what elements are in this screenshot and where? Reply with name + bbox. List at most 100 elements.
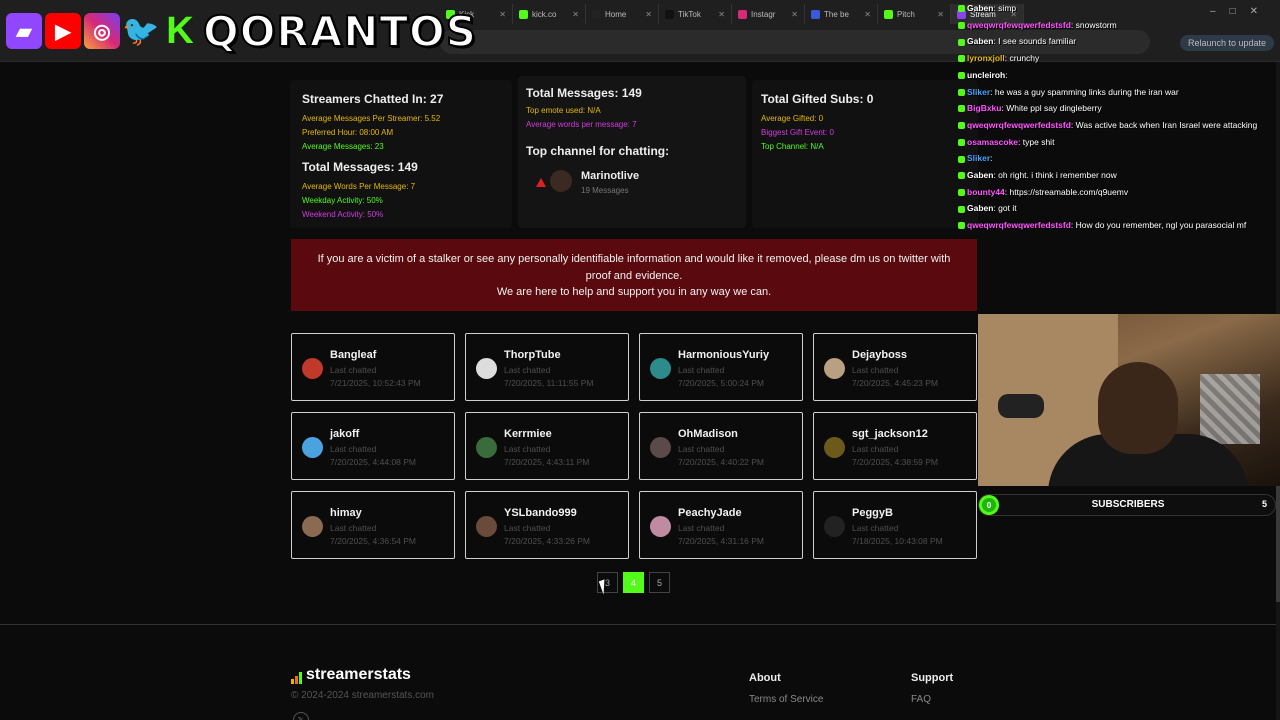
tab-close-icon[interactable]: ✕ xyxy=(791,10,798,19)
youtube-icon: ▶ xyxy=(45,13,81,49)
user-name: HarmoniousYuriy xyxy=(678,349,770,361)
browser-tab[interactable]: kick.co ✕ xyxy=(513,4,586,24)
chat-username[interactable]: qweqwrqfewqwerfedstsfd xyxy=(967,120,1071,130)
footer-divider xyxy=(0,624,1276,625)
footer-logo[interactable]: streamerstats xyxy=(291,666,411,684)
tab-favicon-icon xyxy=(738,9,747,19)
chat-text: : oh right. i think i remember now xyxy=(993,170,1117,181)
social-banner: ▰ ▶ ◎ 🐦 K QORANTOS xyxy=(6,4,477,58)
user-card[interactable]: YSLbando999 Last chatted 7/20/2025, 4:33:2… xyxy=(465,491,629,559)
user-name: himay xyxy=(330,507,362,519)
kick-badge-icon xyxy=(958,138,965,146)
last-chatted-label: Last chatted xyxy=(504,523,551,533)
user-avatar xyxy=(476,358,497,379)
top-channel-title: Top channel for chatting: xyxy=(526,144,670,158)
last-chatted-date: 7/20/2025, 4:40:22 PM xyxy=(678,457,765,467)
browser-tab[interactable]: Instagr ✕ xyxy=(732,4,805,24)
tab-close-icon[interactable]: ✕ xyxy=(864,10,871,19)
notice-line-3: We are here to help and support you in a… xyxy=(496,286,772,298)
page-4-button[interactable]: 4 xyxy=(623,572,644,593)
top-channel-gifted: Top Channel: N/A xyxy=(761,142,824,151)
cam-person-head xyxy=(1098,362,1178,454)
chat-text: : White ppl say dingleberry xyxy=(1001,103,1102,114)
chat-message: Gaben: got it xyxy=(956,200,1280,217)
user-avatar xyxy=(824,516,845,537)
user-avatar xyxy=(824,358,845,379)
streamer-handle: QORANTOS xyxy=(202,6,478,57)
user-card[interactable]: OhMadison Last chatted 7/20/2025, 4:40:22 … xyxy=(639,412,803,480)
chat-text: : xyxy=(990,153,993,164)
last-chatted-date: 7/20/2025, 4:36:54 PM xyxy=(330,536,417,546)
user-name: OhMadison xyxy=(678,428,738,440)
tab-close-icon[interactable]: ✕ xyxy=(499,10,506,19)
preferred-hour: Preferred Hour: 08:00 AM xyxy=(302,128,394,137)
user-card[interactable]: PeggyB Last chatted 7/18/2025, 10:43:08 PM xyxy=(813,491,977,559)
chat-username[interactable]: lyronxjoll xyxy=(967,53,1005,63)
chat-username[interactable]: qweqwrqfewqwerfedstsfd xyxy=(967,20,1071,30)
browser-tab[interactable]: Pitch ✕ xyxy=(878,4,951,24)
tab-close-icon[interactable]: ✕ xyxy=(937,10,944,19)
footer-support-title: Support xyxy=(911,672,954,684)
kick-badge-icon xyxy=(958,188,965,196)
chat-username[interactable]: Gaben xyxy=(967,3,993,13)
top-channel-name[interactable]: Marinotlive xyxy=(581,170,639,182)
chat-username[interactable]: BigBxku xyxy=(967,103,1001,113)
tab-close-icon[interactable]: ✕ xyxy=(718,10,725,19)
last-chatted-label: Last chatted xyxy=(678,523,725,533)
browser-tab[interactable]: Home ✕ xyxy=(586,4,659,24)
weekday-activity: Weekday Activity: 50% xyxy=(302,196,383,205)
tab-close-icon[interactable]: ✕ xyxy=(645,10,652,19)
brand-name: streamerstats xyxy=(306,666,411,683)
chat-text: : How do you remember, ngl you parasocia… xyxy=(1070,220,1247,231)
chat-username[interactable]: qweqwrqfewqwerfedstsfd xyxy=(967,220,1071,230)
kick-badge-icon xyxy=(958,172,965,180)
average-gifted: Average Gifted: 0 xyxy=(761,114,824,123)
user-card[interactable]: HarmoniousYuriy Last chatted 7/20/2025, 5:… xyxy=(639,333,803,401)
chat-message: uncleiroh: xyxy=(956,67,1280,84)
user-card[interactable]: Kerrmiee Last chatted 7/20/2025, 4:43:11 P… xyxy=(465,412,629,480)
chat-username[interactable]: Gaben xyxy=(967,170,993,180)
chat-username[interactable]: Sliker xyxy=(967,87,990,97)
cam-chair xyxy=(1200,374,1260,444)
chat-username[interactable]: bounty44 xyxy=(967,187,1005,197)
user-avatar xyxy=(650,358,671,379)
tab-favicon-icon xyxy=(519,9,528,19)
kick-badge-icon xyxy=(958,222,965,230)
terms-of-service-link[interactable]: Terms of Service xyxy=(749,694,823,705)
kick-badge-icon xyxy=(958,155,965,163)
tab-close-icon[interactable]: ✕ xyxy=(572,10,579,19)
browser-tab[interactable]: TikTok ✕ xyxy=(659,4,732,24)
top-emote: Top emote used: N/A xyxy=(526,106,601,115)
kick-badge-icon xyxy=(958,105,965,113)
notice-line-1: If you are a victim of a stalker or see … xyxy=(317,253,951,265)
chat-message: lyronxjoll: crunchy xyxy=(956,50,1280,67)
user-card[interactable]: jakoff Last chatted 7/20/2025, 4:44:08 PM xyxy=(291,412,455,480)
faq-link[interactable]: FAQ xyxy=(911,694,931,705)
chat-text: : https://streamable.com/q9uemv xyxy=(1004,186,1129,197)
chat-text: : he was a guy spamming links during the… xyxy=(990,86,1179,97)
tab-label: TikTok xyxy=(678,9,701,19)
user-card[interactable]: PeachyJade Last chatted 7/20/2025, 4:31:16… xyxy=(639,491,803,559)
user-name: jakoff xyxy=(330,428,360,440)
top-channel-avatar xyxy=(550,170,572,192)
chat-username[interactable]: Sliker xyxy=(967,153,990,163)
x-social-icon[interactable]: 𝕏 xyxy=(293,712,309,720)
user-card[interactable]: himay Last chatted 7/20/2025, 4:36:54 PM xyxy=(291,491,455,559)
last-chatted-date: 7/20/2025, 4:31:16 PM xyxy=(678,536,765,546)
last-chatted-label: Last chatted xyxy=(678,444,725,454)
page-5-button[interactable]: 5 xyxy=(649,572,670,593)
stalker-notice: If you are a victim of a stalker or see … xyxy=(291,239,977,311)
rank-arrow-icon xyxy=(536,178,546,187)
chat-username[interactable]: uncleiroh xyxy=(967,70,1005,80)
chat-username[interactable]: Gaben xyxy=(967,36,993,46)
last-chatted-label: Last chatted xyxy=(504,444,551,454)
user-card[interactable]: ThorpTube Last chatted 7/20/2025, 11:11:55… xyxy=(465,333,629,401)
browser-tab[interactable]: The be ✕ xyxy=(805,4,878,24)
subscriber-goal: 5 xyxy=(1261,499,1267,509)
chat-username[interactable]: Gaben xyxy=(967,203,993,213)
user-card[interactable]: Dejayboss Last chatted 7/20/2025, 4:45:23 … xyxy=(813,333,977,401)
last-chatted-date: 7/20/2025, 5:00:24 PM xyxy=(678,378,765,388)
chat-username[interactable]: osamascoke xyxy=(967,137,1018,147)
user-card[interactable]: sgt_jackson12 Last chatted 7/20/2025, 4:38… xyxy=(813,412,977,480)
user-card[interactable]: Bangleaf Last chatted 7/21/2025, 10:52:43 … xyxy=(291,333,455,401)
